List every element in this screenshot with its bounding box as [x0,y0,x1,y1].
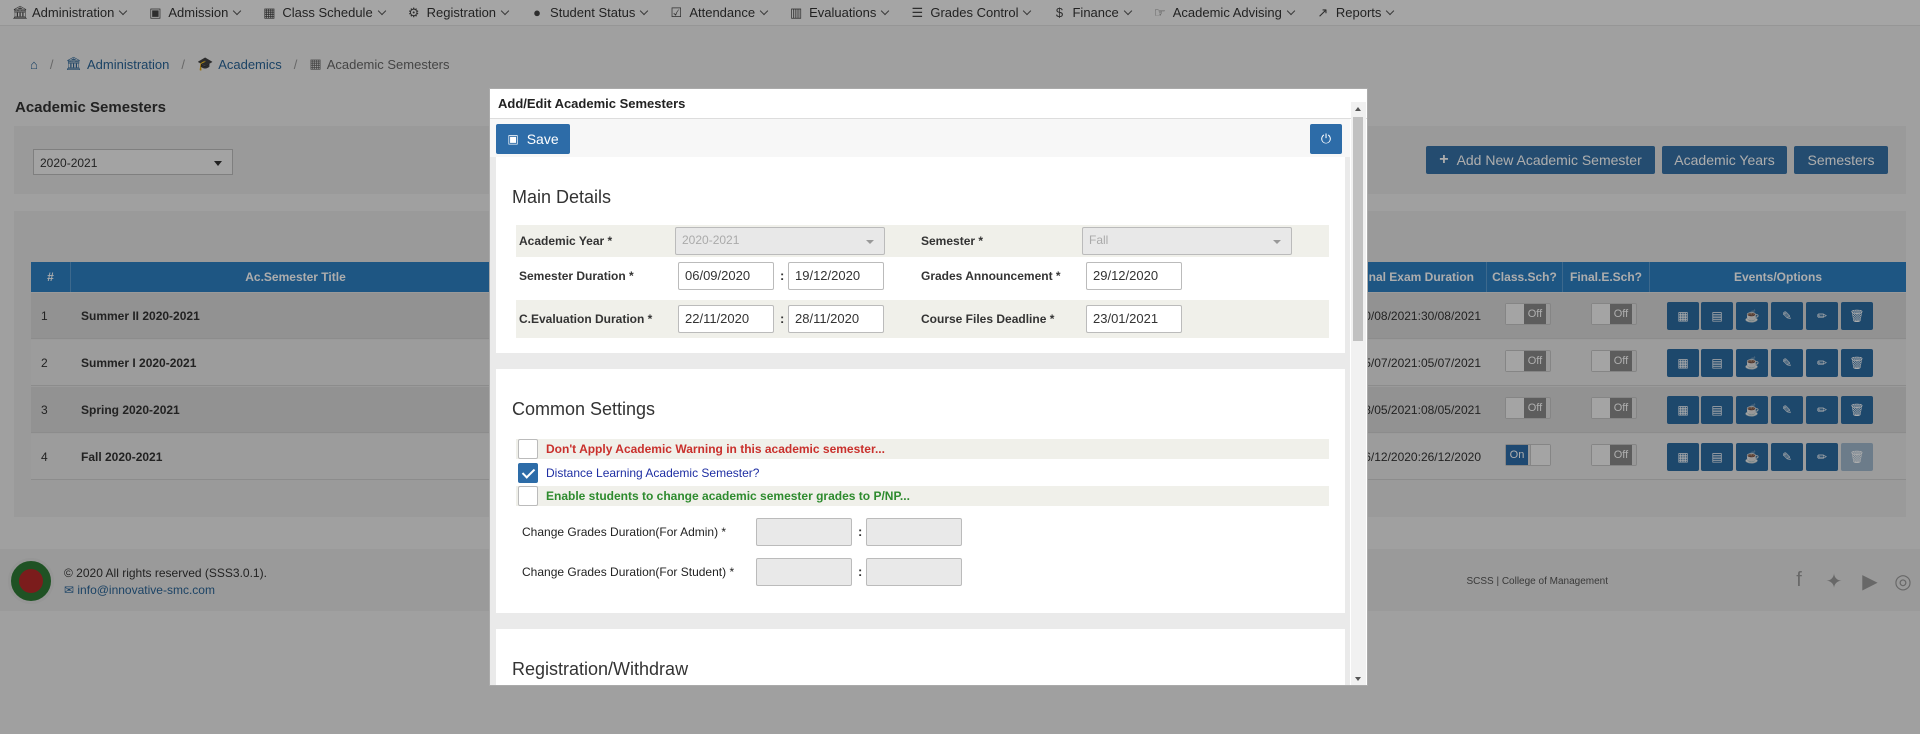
save-button[interactable]: ▣ Save [496,124,570,154]
admin-duration-start-input[interactable] [756,518,852,546]
registration-section: Registration/Withdraw [496,629,1345,685]
range-colon: : [780,268,785,283]
distance-checkbox-row: Distance Learning Academic Semester? [516,463,1329,483]
modal-toolbar [490,119,1350,157]
form-row: Change Grades Duration(For Student) * : [516,557,1329,587]
range-colon: : [858,524,863,539]
section-title: Common Settings [512,399,656,419]
form-row: C.Evaluation Duration * 22/11/2020 : 28/… [516,300,1329,338]
checkbox-label: Distance Learning Academic Semester? [546,466,760,480]
student-duration-end-input[interactable] [866,558,962,586]
modal-body: Main Details Academic Year * 2020-2021 S… [490,157,1350,685]
student-duration-start-input[interactable] [756,558,852,586]
academic-year-select: 2020-2021 [675,227,885,255]
semester-duration-label: Semester Duration * [519,269,634,283]
checkbox-label: Enable students to change academic semes… [546,489,910,503]
ceval-start-input[interactable]: 22/11/2020 [678,305,774,333]
grades-announcement-label: Grades Announcement * [921,269,1061,283]
distance-learning-checkbox[interactable] [518,463,538,483]
grades-announcement-input[interactable]: 29/12/2020 [1086,262,1182,290]
section-title: Registration/Withdraw [512,659,689,679]
save-icon: ▣ [507,132,519,146]
scroll-down-arrow-icon[interactable] [1355,677,1361,681]
no-academic-warning-checkbox[interactable] [518,439,538,459]
form-row: Semester Duration * 06/09/2020 : 19/12/2… [516,260,1329,292]
course-files-deadline-label: Course Files Deadline * [921,312,1055,326]
warning-checkbox-row: Don't Apply Academic Warning in this aca… [516,439,1329,459]
caret-down-icon [1273,240,1281,244]
select-value: Fall [1089,233,1109,247]
select-value: 2020-2021 [682,233,740,247]
ceval-end-input[interactable]: 28/11/2020 [788,305,884,333]
common-settings-section: Common Settings Don't Apply Academic War… [496,369,1345,613]
admin-duration-end-input[interactable] [866,518,962,546]
range-colon: : [858,564,863,579]
pnp-checkbox-row: Enable students to change academic semes… [516,486,1329,506]
close-button[interactable]: ⏻ [1310,124,1342,154]
student-duration-label: Change Grades Duration(For Student) * [522,565,735,579]
modal-title: Add/Edit Academic Semesters [490,89,1367,119]
main-details-section: Main Details Academic Year * 2020-2021 S… [496,157,1345,353]
power-icon: ⏻ [1320,131,1332,146]
add-edit-semester-modal: Add/Edit Academic Semesters ▣ Save ⏻ Main… [489,88,1368,686]
admin-duration-label: Change Grades Duration(For Admin) * [522,525,727,539]
checkbox-label: Don't Apply Academic Warning in this aca… [546,442,885,456]
form-row: Academic Year * 2020-2021 Semester * Fal… [516,225,1329,257]
form-row: Change Grades Duration(For Admin) * : [516,517,1329,547]
scrollbar-thumb[interactable] [1353,117,1363,341]
semester-start-input[interactable]: 06/09/2020 [678,262,774,290]
semester-label: Semester * [921,234,984,248]
semester-select: Fall [1082,227,1292,255]
course-files-deadline-input[interactable]: 23/01/2021 [1086,305,1182,333]
semester-end-input[interactable]: 19/12/2020 [788,262,884,290]
section-title: Main Details [512,187,612,207]
range-colon: : [780,311,785,326]
button-label: Save [526,131,559,147]
pnp-grades-checkbox[interactable] [518,486,538,506]
caret-down-icon [866,240,874,244]
ceval-duration-label: C.Evaluation Duration * [519,312,653,326]
academic-year-label: Academic Year * [519,234,613,248]
scroll-up-arrow-icon[interactable] [1355,107,1361,111]
